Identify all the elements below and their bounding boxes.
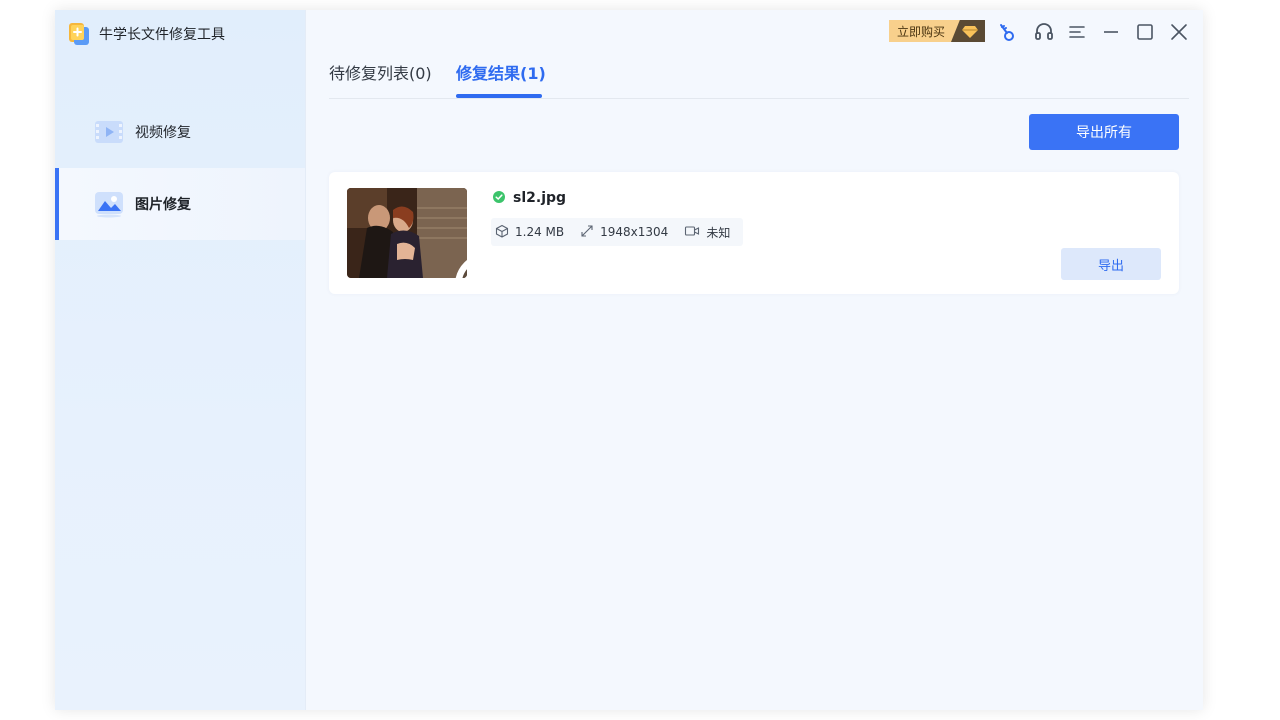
- buy-now-button[interactable]: 立即购买: [889, 20, 985, 42]
- minimize-icon[interactable]: [1100, 21, 1122, 43]
- export-all-button[interactable]: 导出所有: [1029, 114, 1179, 150]
- meta-size: 1.24 MB: [491, 224, 564, 241]
- image-thumbnail[interactable]: [347, 188, 467, 278]
- export-button[interactable]: 导出: [1061, 248, 1161, 280]
- zoom-in-icon[interactable]: [431, 244, 467, 278]
- tab-bar: 待修复列表(0) 修复结果(1): [329, 60, 1189, 100]
- tab-pending-list[interactable]: 待修复列表(0): [329, 60, 432, 84]
- app-window: 牛学长文件修复工具 视频修复 图片修复 立即购买 待修复列表(0) 修复结果(1…: [55, 10, 1203, 710]
- result-card: sl2.jpg 1.24 MB 1948x1304 未知 导出: [329, 172, 1179, 294]
- meta-device: 未知: [680, 224, 730, 241]
- video-icon: [93, 118, 125, 146]
- camera-icon: [684, 224, 700, 241]
- brand: 牛学长文件修复工具: [67, 22, 225, 46]
- sidebar-item-label: 图片修复: [135, 197, 191, 213]
- sidebar-item-video[interactable]: 视频修复: [55, 96, 305, 168]
- file-name: sl2.jpg: [513, 189, 567, 206]
- file-size: 1.24 MB: [515, 225, 565, 239]
- app-logo-icon: [67, 22, 91, 46]
- headset-icon[interactable]: [1033, 21, 1055, 43]
- file-meta: 1.24 MB 1948x1304 未知: [491, 218, 743, 246]
- success-check-icon: [493, 188, 505, 207]
- close-icon[interactable]: [1168, 21, 1190, 43]
- file-header: sl2.jpg: [493, 188, 566, 207]
- file-device: 未知: [706, 225, 731, 240]
- sidebar-item-image[interactable]: 图片修复: [55, 168, 305, 240]
- sidebar-divider: [305, 10, 306, 710]
- cube-icon: [495, 224, 509, 241]
- key-icon[interactable]: [996, 21, 1018, 43]
- file-resolution: 1948x1304: [600, 225, 669, 239]
- tab-repair-results[interactable]: 修复结果(1): [456, 60, 546, 84]
- app-title: 牛学长文件修复工具: [99, 27, 225, 43]
- buy-now-label: 立即购买: [889, 20, 961, 42]
- menu-icon[interactable]: [1066, 21, 1088, 43]
- image-icon: [93, 190, 125, 218]
- resize-icon: [580, 224, 594, 241]
- tab-divider: [329, 98, 1189, 99]
- meta-resolution: 1948x1304: [576, 224, 668, 241]
- sidebar-item-label: 视频修复: [135, 125, 191, 141]
- sidebar: 牛学长文件修复工具 视频修复 图片修复: [55, 10, 305, 710]
- maximize-icon[interactable]: [1134, 21, 1156, 43]
